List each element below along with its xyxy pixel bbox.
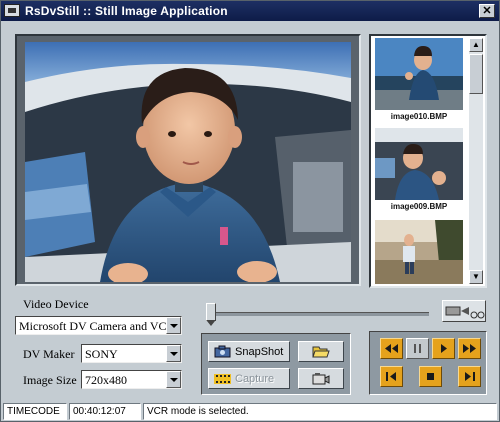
status-message: VCR mode is selected.: [143, 403, 497, 420]
app-window: RsDvStill :: Still Image Application ✕ i…: [0, 0, 500, 422]
video-device-label: Video Device: [23, 297, 89, 311]
dv-maker-select[interactable]: SONY: [81, 344, 182, 363]
step-forward-icon: [465, 372, 475, 381]
stop-button[interactable]: [419, 366, 442, 387]
step-back-button[interactable]: [380, 366, 403, 387]
position-slider-handle[interactable]: [206, 303, 216, 326]
thumbnail-image-2[interactable]: [375, 128, 463, 200]
image-size-label: Image Size: [23, 373, 77, 387]
dv-maker-label: DV Maker: [23, 347, 75, 361]
fast-forward-icon: [463, 344, 476, 353]
thumbnail-list[interactable]: image010.BMP image009.BMP ▲ ▼: [369, 34, 487, 288]
image-size-select[interactable]: 720x480: [81, 370, 182, 389]
thumbnail-label-1: image010.BMP: [390, 112, 448, 121]
camera-app-icon: [4, 4, 20, 17]
scroll-down-icon[interactable]: ▼: [469, 270, 483, 284]
tape-icon: [445, 306, 485, 319]
timecode-value: 00:40:12:07: [69, 403, 141, 420]
vcr-mode-button[interactable]: [442, 300, 486, 322]
scroll-up-icon[interactable]: ▲: [469, 38, 483, 52]
rewind-icon: [385, 344, 398, 353]
capture-label: Capture: [235, 373, 275, 385]
close-button[interactable]: ✕: [479, 4, 495, 18]
film-icon: [214, 374, 231, 384]
thumbnail-image-1[interactable]: [375, 38, 463, 110]
image-size-value: 720x480: [85, 373, 127, 387]
position-slider-track[interactable]: [207, 312, 429, 316]
status-bar: TIMECODE 00:40:12:07 VCR mode is selecte…: [1, 402, 499, 421]
video-device-value: Microsoft DV Camera and VCR: [19, 319, 175, 333]
action-panel: SnapShot Capture: [201, 333, 351, 395]
video-device-select[interactable]: Microsoft DV Camera and VCR: [15, 316, 182, 335]
play-icon: [441, 344, 447, 353]
chevron-down-icon[interactable]: [166, 345, 181, 362]
fast-forward-button[interactable]: [458, 338, 481, 359]
camera-icon: [214, 345, 231, 358]
open-folder-button[interactable]: [298, 341, 344, 362]
preview-frame: [15, 34, 361, 286]
folder-open-icon: [312, 346, 330, 358]
scroll-thumb[interactable]: [469, 54, 483, 94]
pause-button[interactable]: [406, 338, 429, 359]
video-preview: [25, 42, 351, 282]
chevron-down-icon[interactable]: [166, 371, 181, 388]
snapshot-button[interactable]: SnapShot: [208, 341, 290, 362]
capture-button[interactable]: Capture: [208, 368, 290, 389]
thumbnail-label-2: image009.BMP: [390, 202, 448, 211]
title-bar[interactable]: RsDvStill :: Still Image Application ✕: [1, 1, 499, 21]
window-title: RsDvStill :: Still Image Application: [25, 4, 228, 18]
camcorder-icon: [312, 373, 330, 385]
play-button[interactable]: [432, 338, 455, 359]
chevron-down-icon[interactable]: [166, 317, 181, 334]
stop-icon: [427, 373, 434, 380]
step-back-icon: [386, 372, 396, 381]
step-forward-button[interactable]: [458, 366, 481, 387]
timecode-label: TIMECODE: [3, 403, 67, 420]
thumbnail-image-3[interactable]: [375, 220, 463, 284]
thumbnail-scrollbar[interactable]: ▲ ▼: [469, 38, 483, 284]
dv-maker-value: SONY: [85, 347, 118, 361]
snapshot-label: SnapShot: [235, 346, 284, 358]
record-device-button[interactable]: [298, 368, 344, 389]
pause-icon: [414, 344, 421, 353]
rewind-button[interactable]: [380, 338, 403, 359]
transport-controls: [369, 331, 487, 395]
